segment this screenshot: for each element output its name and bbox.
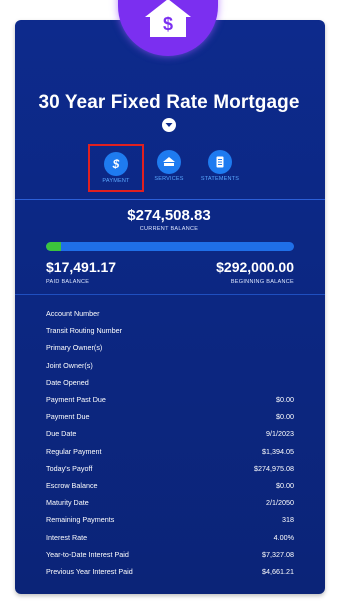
current-balance-value: $274,508.83 <box>127 207 211 224</box>
paid-balance-label: PAID BALANCE <box>46 279 90 285</box>
detail-row: Interest Rate 4.00% <box>46 528 294 545</box>
detail-row: Payment Due $0.00 <box>46 408 294 425</box>
payoff-progress-bar <box>46 242 294 251</box>
detail-row: Primary Owner(s) <box>46 339 294 356</box>
detail-label: Primary Owner(s) <box>46 343 103 353</box>
detail-label: Due Date <box>46 429 77 439</box>
account-actions: $ PAYMENT SERVICES STATEMENTS <box>88 144 258 192</box>
detail-label: Remaining Payments <box>46 515 115 525</box>
detail-label: Transit Routing Number <box>46 326 123 336</box>
detail-row: Today's Payoff $274,975.08 <box>46 460 294 477</box>
detail-value: $0.00 <box>276 412 294 422</box>
detail-row: Maturity Date 2/1/2050 <box>46 494 294 511</box>
detail-row: Remaining Payments 318 <box>46 511 294 528</box>
account-details-list: Account Number Transit Routing Number Prim… <box>46 305 294 580</box>
detail-row: Date Opened <box>46 374 294 391</box>
detail-label: Payment Past Due <box>46 395 106 405</box>
bank-icon <box>157 150 181 174</box>
detail-label: Regular Payment <box>46 446 102 456</box>
beginning-balance-label: BEGINNING BALANCE <box>230 279 294 285</box>
divider <box>15 199 325 200</box>
divider <box>15 294 325 295</box>
payment-label: PAYMENT <box>102 178 130 184</box>
detail-value: $0.00 <box>276 480 294 490</box>
detail-row: Regular Payment $1,394.05 <box>46 443 294 460</box>
svg-text:$: $ <box>112 157 120 171</box>
payment-button[interactable]: $ PAYMENT <box>88 144 144 192</box>
detail-label: Date Opened <box>46 377 89 387</box>
detail-label: Today's Payoff <box>46 463 93 473</box>
services-button[interactable]: SERVICES <box>141 144 197 192</box>
detail-label: Maturity Date <box>46 498 89 508</box>
detail-row: Account Number <box>46 305 294 322</box>
detail-value: $0.00 <box>276 395 294 405</box>
beginning-balance-value: $292,000.00 <box>216 259 294 275</box>
detail-label: Year-to-Date Interest Paid <box>46 549 129 559</box>
detail-label: Interest Rate <box>46 532 88 542</box>
chevron-down-icon[interactable] <box>162 118 176 132</box>
detail-value: 4.00% <box>273 532 294 542</box>
detail-value: 2/1/2050 <box>266 498 294 508</box>
detail-row: Joint Owner(s) <box>46 357 294 374</box>
svg-text:$: $ <box>163 14 173 34</box>
statements-button[interactable]: STATEMENTS <box>192 144 248 192</box>
detail-row: Escrow Balance $0.00 <box>46 477 294 494</box>
detail-row: Previous Year Interest Paid $4,661.21 <box>46 563 294 580</box>
detail-value: $4,661.21 <box>262 566 294 576</box>
detail-label: Previous Year Interest Paid <box>46 566 133 576</box>
detail-value: 9/1/2023 <box>266 429 294 439</box>
detail-label: Payment Due <box>46 412 90 422</box>
dollar-icon: $ <box>104 152 128 176</box>
detail-row: Transit Routing Number <box>46 322 294 339</box>
detail-value: $1,394.05 <box>262 446 294 456</box>
services-label: SERVICES <box>154 176 184 182</box>
paid-balance-value: $17,491.17 <box>46 259 117 275</box>
document-icon <box>208 150 232 174</box>
detail-label: Account Number <box>46 309 100 319</box>
detail-label: Escrow Balance <box>46 480 98 490</box>
current-balance-label: CURRENT BALANCE <box>139 226 199 232</box>
detail-row: Payment Past Due $0.00 <box>46 391 294 408</box>
detail-row: Due Date 9/1/2023 <box>46 425 294 442</box>
detail-row: Year-to-Date Interest Paid $7,327.08 <box>46 546 294 563</box>
detail-value: $274,975.08 <box>254 463 294 473</box>
payoff-progress-fill <box>46 242 61 251</box>
statements-label: STATEMENTS <box>200 176 240 182</box>
detail-label: Joint Owner(s) <box>46 360 93 370</box>
detail-value: 318 <box>282 515 294 525</box>
detail-value: $7,327.08 <box>262 549 294 559</box>
house-dollar-icon: $ <box>145 0 191 37</box>
account-title: 30 Year Fixed Rate Mortgage <box>38 92 300 113</box>
